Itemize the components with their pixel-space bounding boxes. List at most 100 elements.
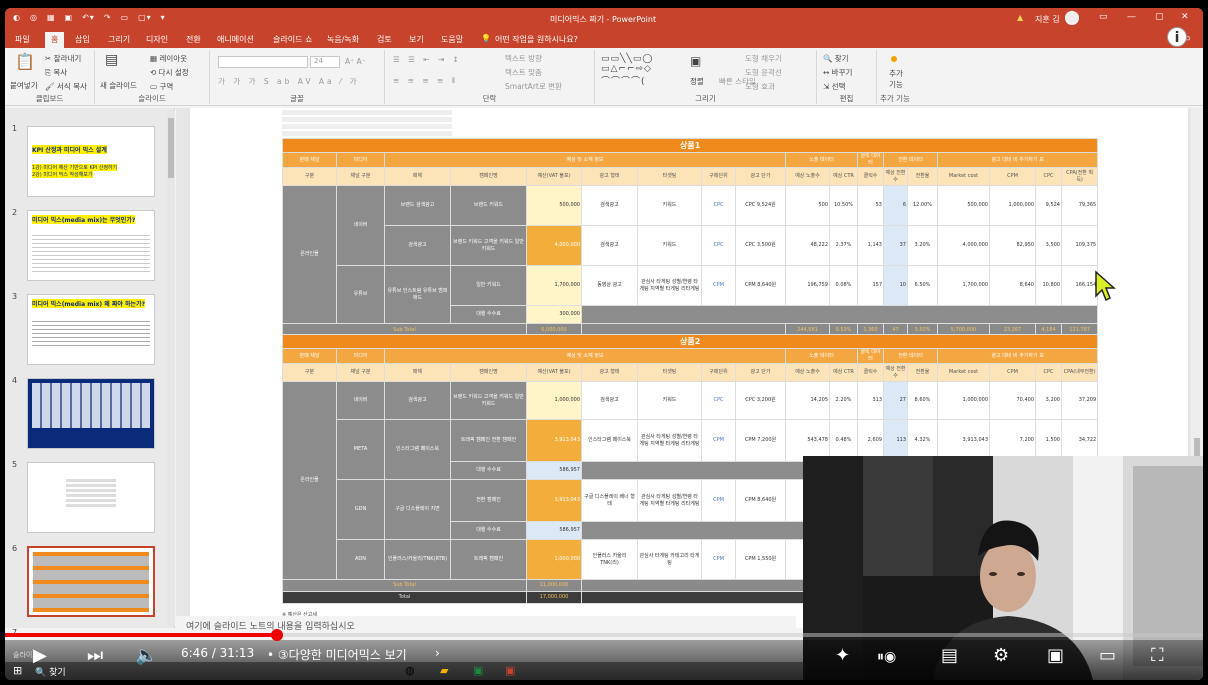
- editing-group: 🔍 찾기 ↔ 바꾸기 ⇲ 선택 편집: [817, 50, 877, 104]
- excel-icon[interactable]: ▣: [473, 664, 483, 677]
- tell-me-input[interactable]: 어떤 작업을 원하시나요?: [495, 34, 578, 45]
- product1-table: 상품1 판매 채널 미디어 예상 및 소재 정보 노출 데이터 클릭 데이터 전…: [281, 138, 1099, 338]
- text-direction-button[interactable]: 텍스트 방향: [505, 53, 542, 64]
- align-icons[interactable]: ≡ ≡ ≡ ≡ ⫴: [393, 76, 458, 86]
- folder-icon[interactable]: ▰: [440, 664, 448, 677]
- maximize-icon[interactable]: ▢: [1155, 12, 1164, 22]
- font-name-input[interactable]: [218, 56, 308, 68]
- tab-transitions[interactable]: 전환: [186, 34, 201, 45]
- text-align-button[interactable]: 텍스트 맞춤: [505, 67, 542, 78]
- thumb-number: 1: [12, 124, 18, 133]
- chapter-chevron-icon[interactable]: ›: [435, 646, 440, 660]
- ribbon-display-icon[interactable]: ▭: [1099, 12, 1108, 22]
- section-button[interactable]: ▭ 구역: [150, 81, 173, 92]
- progress-played[interactable]: [5, 633, 275, 637]
- info-icon[interactable]: i: [1167, 27, 1187, 47]
- tab-draw[interactable]: 그리기: [108, 34, 130, 45]
- tab-view[interactable]: 보기: [409, 34, 424, 45]
- save-icon[interactable]: ▣: [65, 13, 74, 22]
- volume-icon[interactable]: 🔈: [135, 645, 157, 666]
- shape-effect-button[interactable]: 도형 효과: [745, 81, 775, 92]
- arrange-icon[interactable]: ▣: [690, 54, 701, 68]
- shape-outline-button[interactable]: 도형 윤곽선: [745, 67, 782, 78]
- tab-record[interactable]: 녹음/녹화: [327, 34, 359, 45]
- taskbar-search[interactable]: 🔍 찾기: [35, 665, 66, 678]
- smartart-button[interactable]: SmartArt로 변환: [505, 81, 562, 92]
- user-name[interactable]: 지훈 김: [1035, 14, 1060, 25]
- cell: 6: [883, 185, 908, 226]
- fullscreen-icon[interactable]: ⛶: [1151, 645, 1164, 666]
- cell-budget: 586,957: [526, 461, 582, 480]
- notes-input[interactable]: 여기에 슬라이드 노트의 내용을 입력하십시오: [176, 616, 796, 632]
- sparkle-icon[interactable]: ✦: [835, 645, 850, 666]
- layout-button[interactable]: ▦ 레이아웃: [150, 53, 187, 64]
- customize-icon[interactable]: ▾: [161, 13, 166, 22]
- settings-icon[interactable]: ⚙: [993, 645, 1009, 666]
- autosave-icon[interactable]: ◐: [13, 13, 21, 22]
- grid-icon[interactable]: ▦: [47, 13, 56, 22]
- find-button[interactable]: 🔍 찾기: [823, 53, 849, 64]
- close-icon[interactable]: ✕: [1181, 12, 1189, 22]
- shapes-gallery[interactable]: ▭▭╲╲▭◯ ▭△⌐⌐⇨◇ ⌒⌒⌒⌒(: [601, 54, 653, 87]
- thumb-slide-6[interactable]: [27, 546, 155, 617]
- chrome-icon[interactable]: ◍: [405, 664, 415, 677]
- font-format-icons[interactable]: 가 가 가 S ab AV Aa ⁄ 가: [218, 76, 360, 87]
- next-icon[interactable]: ⏭: [87, 645, 103, 666]
- windows-icon[interactable]: ⊞: [13, 664, 22, 677]
- header-top-cell: 클릭 데이터: [857, 152, 884, 168]
- progress-scrubber[interactable]: [271, 629, 283, 641]
- play-icon[interactable]: ▶: [33, 645, 47, 666]
- powerpoint-icon[interactable]: ▣: [505, 664, 515, 677]
- theater-icon[interactable]: ▭: [1099, 645, 1116, 666]
- tab-home[interactable]: 홈: [45, 32, 65, 48]
- new-slide-button[interactable]: 새 슬라이드: [100, 80, 137, 91]
- scrollbar-thumb[interactable]: [168, 118, 174, 178]
- thumb-slide-4[interactable]: [27, 378, 155, 449]
- scrollbar-thumb[interactable]: [1194, 438, 1200, 458]
- cell: 관심사 타게팅 성별/연령 타게팅 지역별 타게팅 리타게팅: [637, 265, 702, 306]
- redo-icon[interactable]: ↷: [104, 13, 112, 22]
- miniplayer-icon[interactable]: ▣: [1047, 645, 1064, 666]
- subtitles-icon[interactable]: ▤: [941, 645, 958, 666]
- shape-fill-button[interactable]: 도형 채우기: [745, 53, 782, 64]
- avatar[interactable]: [1065, 11, 1079, 25]
- replace-button[interactable]: ↔ 바꾸기: [823, 67, 852, 78]
- start-show-icon[interactable]: ▭: [121, 13, 130, 22]
- minimize-icon[interactable]: —: [1127, 12, 1136, 22]
- tab-design[interactable]: 디자인: [146, 34, 168, 45]
- autoplay-toggle[interactable]: ⏸◉: [877, 649, 896, 665]
- thumb-slide-5[interactable]: [27, 462, 155, 533]
- new-slide-icon[interactable]: ▤: [105, 52, 118, 68]
- tab-slideshow[interactable]: 슬라이드 쇼: [273, 34, 312, 45]
- cell: 인스타그램 페이스북: [384, 419, 451, 480]
- tab-file[interactable]: 파일: [15, 34, 30, 45]
- chapter-title[interactable]: • ③다양한 미디어믹스 보기: [267, 646, 407, 663]
- arrange-button[interactable]: 정렬: [690, 76, 704, 87]
- tab-animations[interactable]: 애니메이션: [217, 34, 254, 45]
- reset-button[interactable]: ⟲ 다시 설정: [150, 67, 189, 78]
- tab-review[interactable]: 검토: [377, 34, 392, 45]
- cut-button[interactable]: ✂ 잘라내기: [45, 53, 81, 64]
- grow-font-icon[interactable]: A⁺ A⁻: [345, 57, 366, 66]
- warning-icon[interactable]: ▲: [1017, 13, 1023, 22]
- font-size-input[interactable]: 24: [310, 56, 340, 68]
- undo-icon[interactable]: ↶▾: [82, 13, 95, 22]
- paste-button[interactable]: 붙여넣기: [10, 80, 38, 91]
- addins-button[interactable]: 추가 기능: [885, 68, 907, 90]
- list-icons[interactable]: ☰ ☰ ⇤ ⇥ ↕: [393, 55, 462, 64]
- thumb-slide-2[interactable]: 미디어 믹스(media mix)는 무엇인가?: [27, 210, 155, 281]
- thumbnail-scrollbar[interactable]: [167, 110, 175, 626]
- shape-icon[interactable]: ▢▾: [138, 13, 152, 22]
- tab-help[interactable]: 도움말: [441, 34, 463, 45]
- select-button[interactable]: ⇲ 선택: [823, 81, 845, 92]
- copy-button[interactable]: ⎘ 복사: [45, 67, 67, 78]
- paste-icon[interactable]: 📋: [15, 52, 35, 71]
- tab-insert[interactable]: 삽입: [75, 34, 90, 45]
- thumb-slide-3[interactable]: 미디어 믹스(media mix) 왜 짜야 하는가?: [27, 294, 155, 365]
- format-painter-button[interactable]: 🖌 서식 복사: [45, 81, 87, 92]
- record-icon[interactable]: ◎: [30, 13, 38, 22]
- thumb-slide-1[interactable]: KPI 산정과 미디어 믹스 설계 1강) 미디어 예산 기반으로 KPI 산정…: [27, 126, 155, 197]
- addins-icon[interactable]: [891, 56, 897, 62]
- header-cell: CPA(내부전환): [1060, 363, 1099, 382]
- progress-track[interactable]: [275, 633, 1203, 637]
